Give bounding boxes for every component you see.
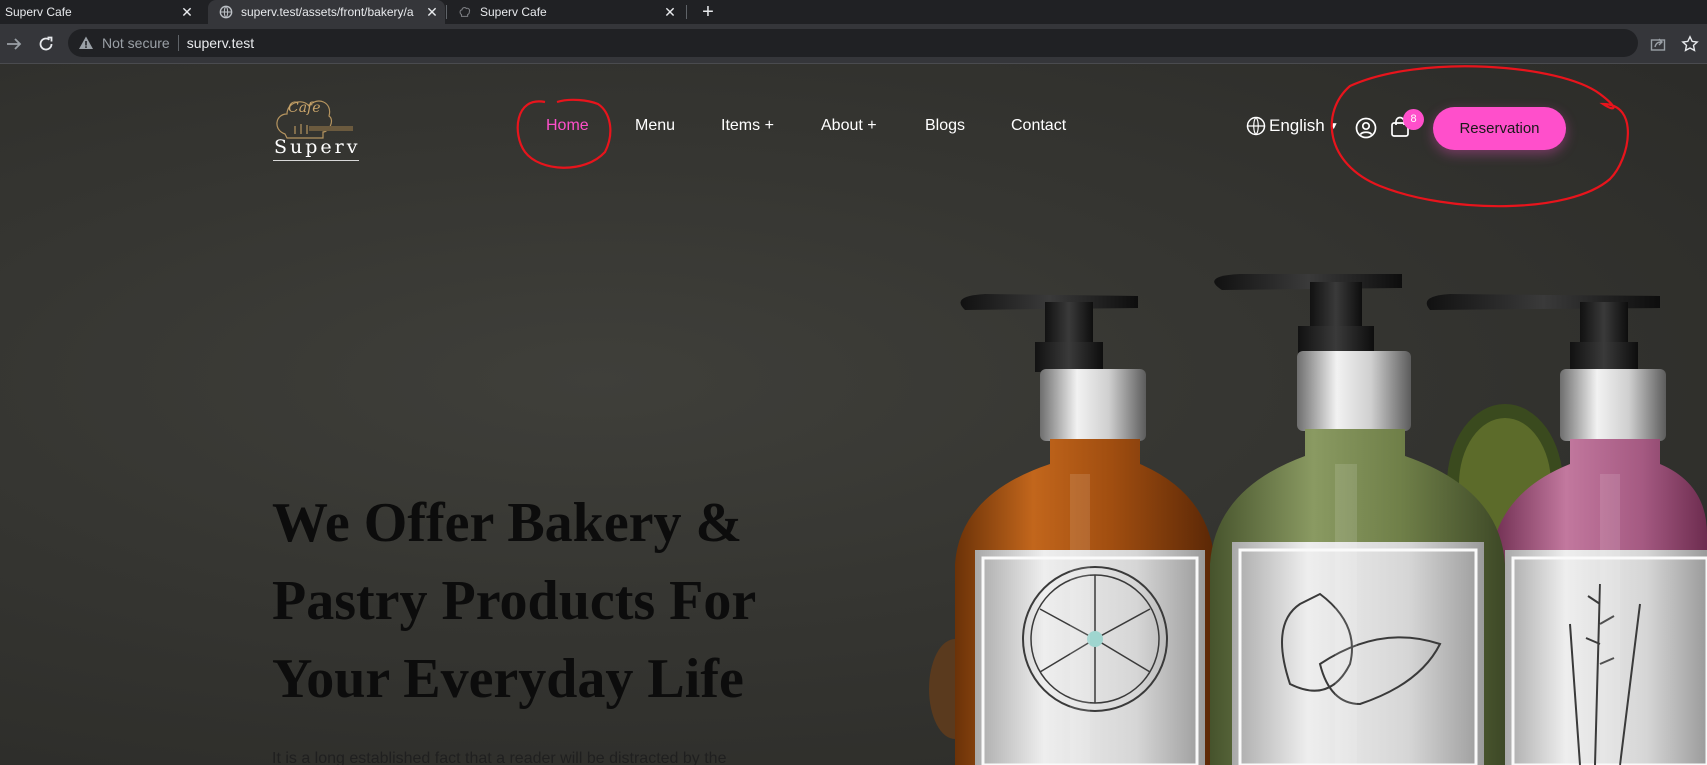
chef-hat-favicon-icon bbox=[459, 7, 471, 17]
hero-title-line: We Offer Bakery & bbox=[272, 492, 743, 554]
tab-separator bbox=[686, 5, 687, 19]
site-logo[interactable]: Cafe Superv bbox=[273, 94, 365, 164]
tab-close-icon[interactable]: ✕ bbox=[425, 5, 439, 19]
reservation-button[interactable]: Reservation bbox=[1433, 107, 1566, 150]
not-secure-label[interactable]: Not secure bbox=[102, 35, 170, 51]
tab-title: Superv Cafe bbox=[480, 5, 547, 19]
logo-brand-name: Superv bbox=[274, 136, 361, 158]
globe-favicon-icon bbox=[219, 5, 233, 19]
language-selector[interactable]: English ▼ bbox=[1246, 116, 1339, 136]
tab-title: superv.test/assets/front/bakery/a bbox=[241, 5, 414, 19]
tab-separator bbox=[446, 5, 447, 19]
hero-title-line: Pastry Products For bbox=[272, 570, 757, 632]
hero-description: It is a long established fact that a rea… bbox=[272, 750, 727, 765]
chevron-down-icon: ▼ bbox=[1328, 120, 1339, 132]
nav-link-about[interactable]: About + bbox=[821, 117, 877, 135]
browser-tab-strip: Superv Cafe ✕ superv.test/assets/front/b… bbox=[0, 0, 1707, 24]
hero-bottles-image bbox=[929, 274, 1707, 765]
tab-title: Superv Cafe bbox=[5, 5, 72, 19]
share-icon[interactable] bbox=[1649, 35, 1667, 53]
globe-icon bbox=[1246, 116, 1266, 136]
bookmark-star-icon[interactable] bbox=[1681, 35, 1699, 53]
language-label: English bbox=[1269, 116, 1325, 135]
nav-link-home[interactable]: Home bbox=[546, 117, 589, 135]
user-icon[interactable] bbox=[1355, 117, 1377, 139]
new-tab-plus-icon[interactable]: + bbox=[697, 1, 719, 23]
hero-title: We Offer Bakery & Pastry Products For Yo… bbox=[272, 484, 832, 718]
logo-script-text: Cafe bbox=[288, 100, 321, 116]
tab-close-icon[interactable]: ✕ bbox=[180, 5, 194, 19]
nav-link-items[interactable]: Items + bbox=[721, 117, 774, 135]
website-viewport: Cafe Superv Home Menu Items + About + Bl… bbox=[0, 64, 1707, 765]
nav-link-menu[interactable]: Menu bbox=[635, 117, 675, 135]
address-bar[interactable]: Not secure superv.test bbox=[68, 29, 1638, 57]
cart-count-badge: 8 bbox=[1403, 109, 1424, 130]
browser-tab[interactable]: Superv Cafe ✕ bbox=[0, 0, 200, 24]
forward-arrow-icon[interactable] bbox=[5, 35, 23, 53]
url-text[interactable]: superv.test bbox=[187, 35, 254, 51]
hero-title-line: Your Everyday Life bbox=[272, 648, 744, 710]
browser-tab[interactable]: Superv Cafe ✕ bbox=[454, 0, 684, 24]
nav-link-contact[interactable]: Contact bbox=[1011, 117, 1066, 135]
tab-close-icon[interactable]: ✕ bbox=[663, 5, 677, 19]
browser-toolbar: Not secure superv.test bbox=[0, 24, 1707, 63]
browser-tab-active[interactable]: superv.test/assets/front/bakery/a ✕ bbox=[208, 0, 445, 24]
reload-icon[interactable] bbox=[37, 35, 55, 53]
nav-link-blogs[interactable]: Blogs bbox=[925, 117, 965, 135]
warning-triangle-icon[interactable] bbox=[78, 35, 94, 51]
omnibox-divider bbox=[177, 35, 179, 51]
